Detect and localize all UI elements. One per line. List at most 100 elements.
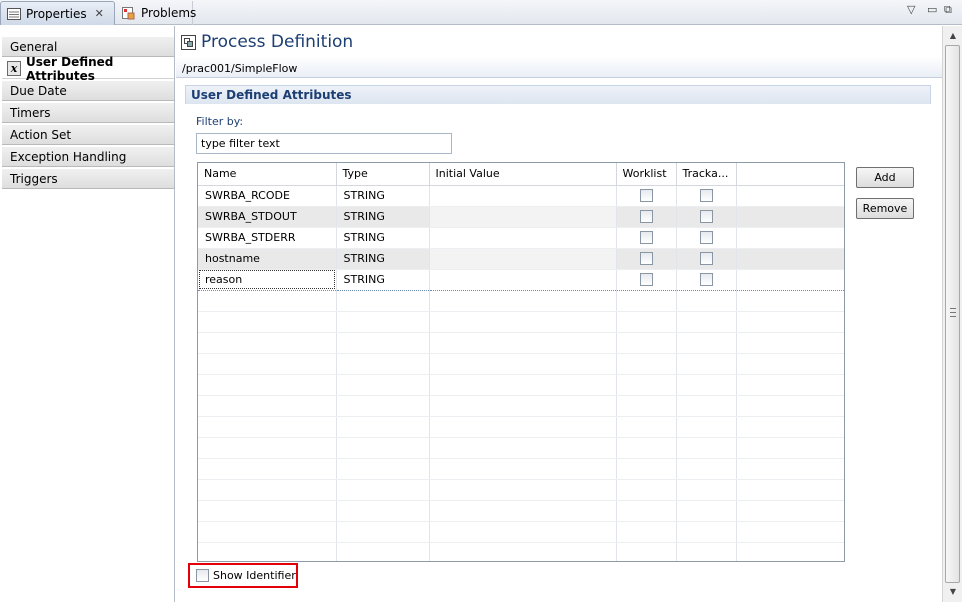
filter-input[interactable] — [196, 133, 452, 154]
cell-name[interactable]: SWRBA_RCODE — [198, 185, 337, 207]
empty-cell — [736, 353, 844, 375]
table-row[interactable]: hostname STRING — [198, 248, 844, 270]
empty-cell — [336, 416, 430, 438]
trackable-checkbox[interactable] — [699, 252, 713, 266]
column-header-name[interactable]: Name — [198, 163, 337, 186]
empty-cell — [336, 479, 430, 501]
tab-problems[interactable]: Problems — [116, 1, 197, 25]
nav-item-label: Exception Handling — [10, 149, 127, 164]
cell-worklist — [616, 269, 677, 291]
empty-cell — [616, 290, 677, 312]
table-row[interactable]: SWRBA_STDOUT STRING — [198, 206, 844, 228]
empty-cell — [736, 479, 844, 501]
empty-cell — [336, 290, 430, 312]
worklist-checkbox[interactable] — [639, 252, 653, 266]
table-row[interactable]: SWRBA_STDERR STRING — [198, 227, 844, 249]
tab-problems-label: Problems — [141, 6, 197, 20]
empty-table-row — [198, 353, 844, 375]
cell-initial-value[interactable] — [429, 185, 617, 207]
attributes-table[interactable]: Name Type Initial Value Worklist Tracka.… — [197, 162, 845, 562]
trackable-checkbox[interactable] — [699, 273, 713, 287]
empty-cell — [676, 521, 737, 543]
nav-item-user-defined-attributes[interactable]: x User Defined Attributes — [2, 55, 174, 83]
add-button[interactable]: Add — [856, 167, 914, 188]
empty-cell — [676, 479, 737, 501]
worklist-checkbox[interactable] — [639, 189, 653, 203]
column-header-type[interactable]: Type — [336, 163, 430, 186]
worklist-checkbox[interactable] — [639, 273, 653, 287]
show-identifier-checkbox[interactable]: Show Identifier — [188, 563, 298, 588]
cell-initial-value[interactable] — [429, 248, 617, 270]
empty-cell — [429, 353, 617, 375]
scroll-down-arrow-icon[interactable]: ▼ — [946, 585, 960, 599]
nav-item-action-set[interactable]: Action Set — [2, 124, 174, 145]
empty-cell — [736, 500, 844, 522]
nav-item-label: Triggers — [10, 171, 58, 186]
cell-trackable — [676, 227, 737, 249]
remove-button[interactable]: Remove — [856, 198, 914, 219]
empty-cell — [736, 416, 844, 438]
nav-item-triggers[interactable]: Triggers — [2, 168, 174, 189]
empty-cell — [676, 437, 737, 459]
worklist-checkbox[interactable] — [639, 210, 653, 224]
vertical-scrollbar[interactable]: ▲ ▼ — [942, 26, 962, 602]
empty-cell — [336, 311, 430, 333]
nav-item-due-date[interactable]: Due Date — [2, 80, 174, 101]
worklist-checkbox[interactable] — [639, 231, 653, 245]
close-tab-icon[interactable]: ✕ — [95, 7, 104, 20]
table-row[interactable]: SWRBA_RCODE STRING — [198, 185, 844, 207]
view-menu-icon[interactable]: ▽ — [907, 3, 915, 16]
cell-worklist — [616, 185, 677, 207]
nav-item-timers[interactable]: Timers — [2, 102, 174, 123]
empty-cell — [736, 521, 844, 543]
trackable-checkbox[interactable] — [699, 231, 713, 245]
empty-cell — [198, 521, 337, 543]
column-header-trackable[interactable]: Tracka... — [676, 163, 737, 186]
empty-cell — [429, 437, 617, 459]
empty-cell — [336, 353, 430, 375]
empty-table-row — [198, 521, 844, 543]
trackable-checkbox[interactable] — [699, 189, 713, 203]
cell-type[interactable]: STRING — [336, 227, 430, 249]
empty-cell — [336, 374, 430, 396]
scroll-up-arrow-icon[interactable]: ▲ — [946, 29, 960, 43]
checkbox-icon — [196, 569, 209, 582]
empty-cell — [616, 521, 677, 543]
cell-type[interactable]: STRING — [336, 206, 430, 228]
nav-item-exception-handling[interactable]: Exception Handling — [2, 146, 174, 167]
cell-initial-value[interactable] — [429, 227, 617, 249]
tab-properties[interactable]: Properties ✕ — [0, 1, 115, 25]
cell-name[interactable]: SWRBA_STDERR — [198, 227, 337, 249]
column-header-initial-value[interactable]: Initial Value — [429, 163, 617, 186]
page-title: Process Definition — [181, 32, 353, 52]
cell-type[interactable]: STRING — [336, 248, 430, 270]
cell-initial-value[interactable] — [429, 269, 617, 291]
nav-item-label: Due Date — [10, 83, 67, 98]
cell-name[interactable]: hostname — [198, 248, 337, 270]
empty-cell — [736, 374, 844, 396]
cell-name[interactable]: SWRBA_STDOUT — [198, 206, 337, 228]
cell-filler — [736, 227, 844, 249]
trackable-checkbox[interactable] — [699, 210, 713, 224]
empty-cell — [676, 374, 737, 396]
cell-initial-value[interactable] — [429, 206, 617, 228]
empty-cell — [676, 395, 737, 417]
empty-cell — [198, 500, 337, 522]
cell-type[interactable]: STRING — [336, 185, 430, 207]
scrollbar-thumb[interactable] — [945, 45, 960, 583]
table-row[interactable]: reason STRING — [198, 269, 844, 291]
empty-cell — [616, 437, 677, 459]
empty-cell — [616, 416, 677, 438]
attribute-icon: x — [7, 61, 21, 76]
maximize-icon[interactable]: ⧉ — [944, 3, 952, 17]
nav-item-label: Action Set — [10, 127, 72, 142]
empty-table-row — [198, 542, 844, 561]
properties-icon — [7, 7, 21, 20]
table-header-row: Name Type Initial Value Worklist Tracka.… — [198, 163, 844, 186]
empty-cell — [676, 290, 737, 312]
nav-item-label: User Defined Attributes — [25, 54, 114, 83]
cell-type[interactable]: STRING — [336, 269, 430, 291]
column-header-worklist[interactable]: Worklist — [616, 163, 677, 186]
cell-name[interactable]: reason — [198, 269, 337, 291]
minimize-icon[interactable]: ▭ — [927, 3, 937, 16]
